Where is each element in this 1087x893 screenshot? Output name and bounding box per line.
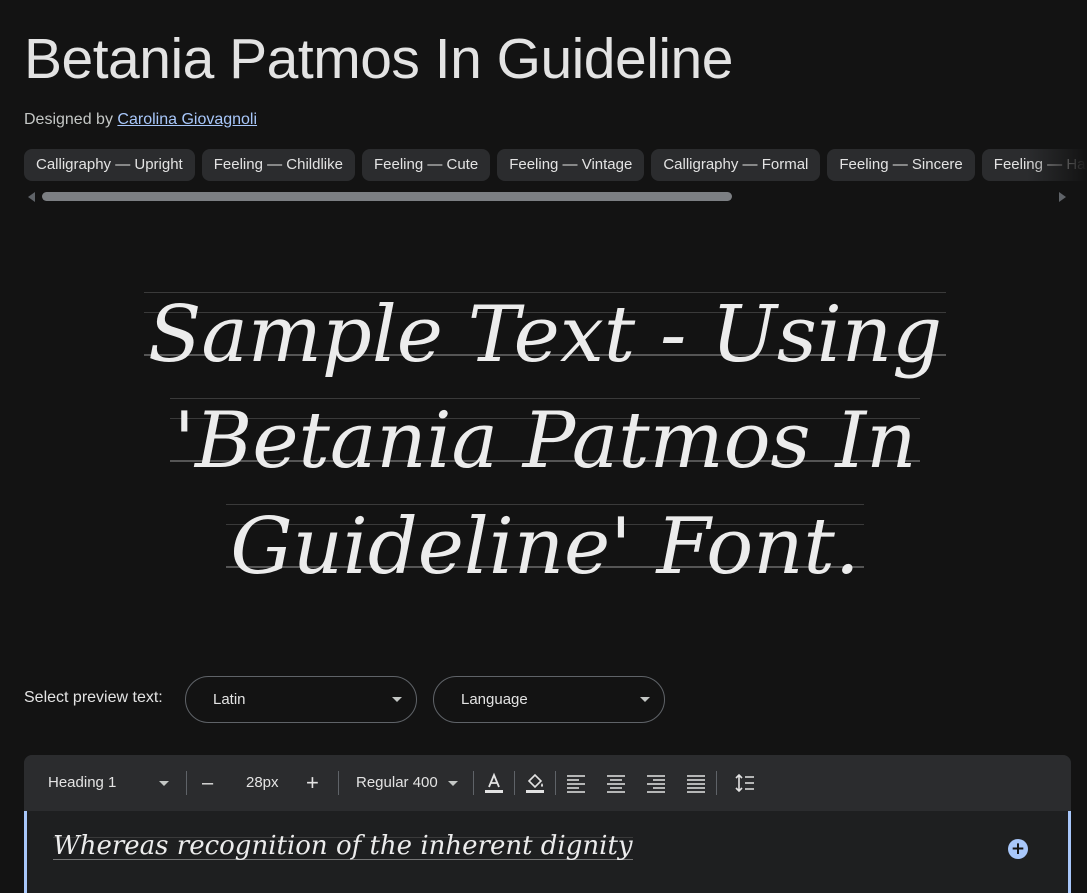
align-center-icon[interactable] <box>605 772 627 794</box>
weight-select[interactable]: Regular 400 <box>356 755 458 811</box>
style-select-value: Heading 1 <box>48 774 117 791</box>
chevron-down-icon <box>392 697 402 702</box>
increase-size-button[interactable]: + <box>306 755 319 811</box>
preview-text-label: Select preview text: <box>24 689 163 706</box>
toolbar-divider <box>186 771 187 795</box>
tag-chip[interactable]: Calligraphy — Formal <box>651 149 821 181</box>
designer-credit: Designed by Carolina Giovagnoli <box>24 111 257 129</box>
style-select[interactable]: Heading 1 <box>48 755 169 811</box>
tag-chip[interactable]: Calligraphy — Upright <box>24 149 195 181</box>
text-color-icon[interactable] <box>483 772 505 794</box>
decrease-size-button[interactable]: – <box>202 755 213 811</box>
toolbar-divider <box>473 771 474 795</box>
tag-list: Calligraphy — Upright Feeling — Childlike… <box>24 149 1087 182</box>
tag-scrollbar-thumb[interactable] <box>42 192 732 201</box>
editor-toolbar: Heading 1 – 28px + Regular 400 <box>24 755 1071 811</box>
tag-chip[interactable]: Feeling — Sincere <box>827 149 975 181</box>
toolbar-divider <box>338 771 339 795</box>
editor-text-area[interactable]: Whereas recognition of the inherent dign… <box>24 811 1071 893</box>
tag-list-fade <box>1027 149 1087 182</box>
font-size-value[interactable]: 28px <box>246 755 279 811</box>
line-height-icon[interactable] <box>734 772 756 794</box>
tag-chip[interactable]: Feeling — Childlike <box>201 149 355 181</box>
align-justify-icon[interactable] <box>685 772 707 794</box>
designer-link[interactable]: Carolina Giovagnoli <box>117 111 257 128</box>
editor-text[interactable]: Whereas recognition of the inherent dign… <box>53 831 633 861</box>
weight-select-value: Regular 400 <box>356 774 438 791</box>
preview-line: Guideline' Font. <box>226 494 863 600</box>
chevron-down-icon <box>447 780 458 786</box>
script-select[interactable]: Latin <box>185 676 417 723</box>
toolbar-divider <box>716 771 717 795</box>
script-select-value: Latin <box>213 691 246 708</box>
preview-line: Sample Text - Using <box>144 282 946 388</box>
align-right-icon[interactable] <box>645 772 667 794</box>
add-style-button[interactable]: + <box>1008 839 1028 859</box>
align-left-icon[interactable] <box>565 772 587 794</box>
chevron-down-icon <box>158 780 169 786</box>
preview-editor: Heading 1 – 28px + Regular 400 Whereas r… <box>24 755 1071 893</box>
highlight-color-icon[interactable] <box>524 772 546 794</box>
toolbar-divider <box>514 771 515 795</box>
font-title: Betania Patmos In Guideline <box>24 27 733 91</box>
designed-by-label: Designed by <box>24 111 113 128</box>
preview-line: 'Betania Patmos In <box>170 388 921 494</box>
scroll-left-arrow-icon[interactable] <box>28 192 35 202</box>
language-select-value: Language <box>461 691 528 708</box>
tag-chip[interactable]: Feeling — Vintage <box>497 149 645 181</box>
scroll-right-arrow-icon[interactable] <box>1059 192 1066 202</box>
language-select[interactable]: Language <box>433 676 665 723</box>
font-preview: Sample Text - Using 'Betania Patmos In G… <box>130 282 960 600</box>
tag-chip[interactable]: Feeling — Cute <box>361 149 491 181</box>
chevron-down-icon <box>640 697 650 702</box>
toolbar-divider <box>555 771 556 795</box>
